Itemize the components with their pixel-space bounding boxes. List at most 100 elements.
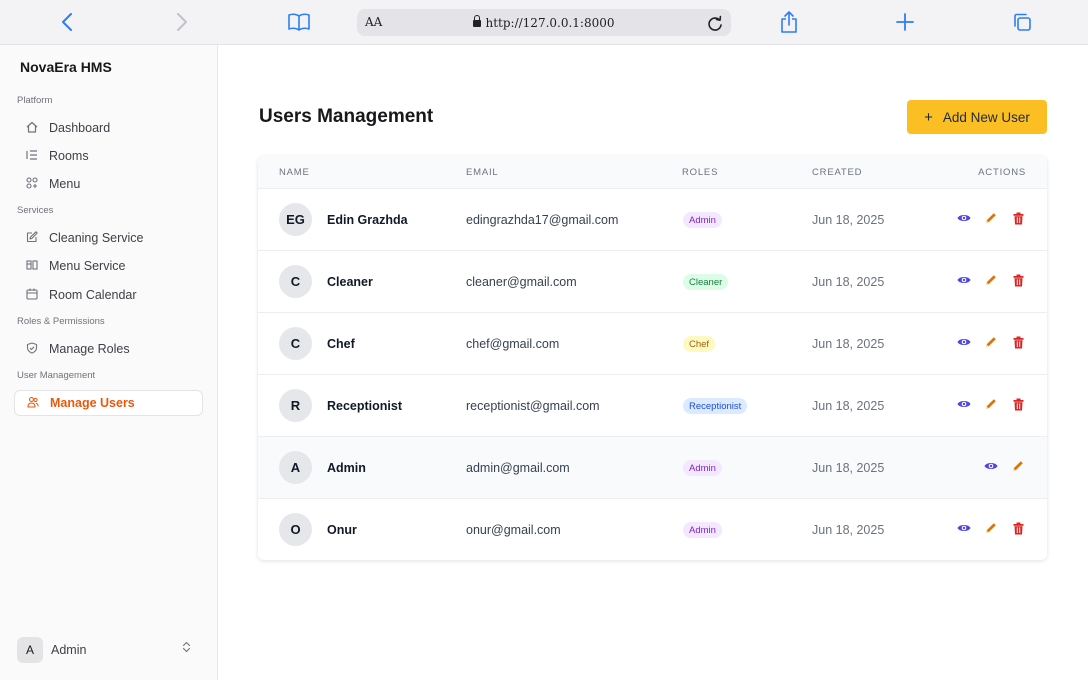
table-row[interactable]: C Cleaner cleaner@gmail.com Cleaner Jun 18, … — [258, 251, 1047, 313]
sidebar-item-label: Manage Roles — [49, 342, 130, 356]
sidebar-item-label: Rooms — [49, 149, 89, 163]
tabs-button[interactable] — [1007, 8, 1037, 36]
delete-icon[interactable] — [1011, 397, 1025, 411]
calendar-icon — [25, 288, 39, 303]
edit-icon[interactable] — [984, 335, 998, 349]
avatar: A — [279, 451, 312, 484]
user-email: admin@gmail.com — [466, 461, 570, 475]
row-actions — [971, 459, 1025, 473]
user-name: Admin — [51, 643, 87, 657]
user-email: receptionist@gmail.com — [466, 399, 600, 413]
sidebar-item-cleaning-service[interactable]: Cleaning Service — [14, 225, 203, 251]
share-button[interactable] — [774, 8, 804, 36]
forward-button[interactable] — [167, 8, 197, 36]
table-row[interactable]: EG Edin Grazhda edingrazhda17@gmail.com Adm… — [258, 189, 1047, 251]
sidebar-item-rooms[interactable]: Rooms — [14, 143, 203, 169]
tabs-icon — [1014, 13, 1031, 31]
sidebar-item-label: Cleaning Service — [49, 231, 144, 245]
edit-icon[interactable] — [984, 521, 998, 535]
sidebar-item-manage-users[interactable]: Manage Users — [14, 390, 203, 416]
reload-icon[interactable] — [707, 12, 723, 37]
role-badge: Cleaner — [683, 274, 729, 290]
role-badge: Admin — [683, 522, 722, 538]
row-actions — [944, 397, 1025, 411]
user-email: cleaner@gmail.com — [466, 275, 577, 289]
created-date: Jun 18, 2025 — [812, 399, 885, 413]
user-name: Admin — [327, 461, 366, 475]
section-roles-permissions: Roles & Permissions — [17, 316, 105, 327]
sidebar-item-label: Room Calendar — [49, 288, 137, 302]
edit-icon[interactable] — [984, 397, 998, 411]
view-icon[interactable] — [957, 211, 971, 225]
back-button[interactable] — [52, 8, 82, 36]
delete-icon[interactable] — [1011, 211, 1025, 225]
view-icon[interactable] — [957, 273, 971, 287]
chevron-right-icon — [177, 13, 187, 31]
avatar: C — [279, 327, 312, 360]
table-header: NAME EMAIL ROLES CREATED ACTIONS — [258, 156, 1047, 189]
avatar: C — [279, 265, 312, 298]
edit-icon[interactable] — [984, 211, 998, 225]
column-header-name[interactable]: NAME — [279, 167, 310, 178]
sidebar-item-label: Menu — [49, 177, 81, 191]
view-icon[interactable] — [984, 459, 998, 473]
add-new-user-button[interactable]: + Add New User — [907, 100, 1047, 134]
avatar: A — [17, 637, 43, 663]
created-date: Jun 18, 2025 — [812, 523, 885, 537]
book-icon — [288, 13, 310, 31]
created-date: Jun 18, 2025 — [812, 275, 885, 289]
user-email: edingrazhda17@gmail.com — [466, 213, 619, 227]
table-row[interactable]: C Chef chef@gmail.com Chef Jun 18, 2025 — [258, 313, 1047, 375]
sidebar-item-menu-service[interactable]: Menu Service — [14, 253, 203, 279]
role-badge: Admin — [683, 212, 722, 228]
section-user-management: User Management — [17, 370, 96, 381]
edit-icon[interactable] — [984, 273, 998, 287]
list-icon — [25, 149, 39, 164]
section-platform: Platform — [17, 95, 53, 106]
grid-icon — [25, 176, 39, 192]
row-actions — [944, 335, 1025, 349]
view-icon[interactable] — [957, 397, 971, 411]
column-header-created[interactable]: CREATED — [812, 167, 862, 178]
sidebar-item-label: Dashboard — [49, 121, 111, 135]
section-services: Services — [17, 205, 54, 216]
avatar: EG — [279, 203, 312, 236]
users-table: NAME EMAIL ROLES CREATED ACTIONS EG Edin … — [258, 156, 1047, 560]
lock-icon — [473, 14, 482, 27]
role-badge: Chef — [683, 336, 716, 352]
sidebar-item-dashboard[interactable]: Dashboard — [14, 115, 203, 141]
table-row[interactable]: A Admin admin@gmail.com Admin Jun 18, 2025 — [258, 437, 1047, 499]
view-icon[interactable] — [957, 335, 971, 349]
new-tab-button[interactable] — [890, 8, 920, 36]
sidebar-item-manage-roles[interactable]: Manage Roles — [14, 336, 203, 362]
sidebar-item-menu[interactable]: Menu — [14, 171, 203, 197]
url-text: http://127.0.0.1:8000 — [485, 15, 615, 30]
sidebar-item-room-calendar[interactable]: Room Calendar — [14, 282, 203, 308]
row-actions — [944, 211, 1025, 225]
delete-icon[interactable] — [1011, 335, 1025, 349]
browser-toolbar: AA http://127.0.0.1:8000 — [0, 0, 1088, 45]
user-name: Cleaner — [327, 275, 373, 289]
table-row[interactable]: R Receptionist receptionist@gmail.com Recep… — [258, 375, 1047, 437]
edit-icon[interactable] — [1011, 459, 1025, 473]
avatar: O — [279, 513, 312, 546]
plus-icon — [896, 13, 914, 31]
address-bar[interactable]: AA http://127.0.0.1:8000 — [357, 9, 731, 36]
user-menu[interactable]: A Admin — [17, 637, 197, 663]
delete-icon[interactable] — [1011, 273, 1025, 287]
column-header-email[interactable]: EMAIL — [466, 167, 499, 178]
role-badge: Admin — [683, 460, 722, 476]
app-brand[interactable]: NovaEra HMS — [20, 59, 112, 75]
view-icon[interactable] — [957, 521, 971, 535]
user-name: Chef — [327, 337, 355, 351]
column-header-roles[interactable]: ROLES — [682, 167, 718, 178]
shield-icon — [25, 341, 39, 357]
page-title: Users Management — [259, 106, 434, 127]
delete-icon[interactable] — [1011, 521, 1025, 535]
home-icon — [25, 121, 39, 136]
columns-icon — [25, 259, 39, 274]
users-icon — [26, 396, 40, 411]
column-header-actions: ACTIONS — [978, 167, 1026, 178]
bookmarks-button[interactable] — [284, 8, 314, 36]
table-row[interactable]: O Onur onur@gmail.com Admin Jun 18, 2025 — [258, 499, 1047, 560]
